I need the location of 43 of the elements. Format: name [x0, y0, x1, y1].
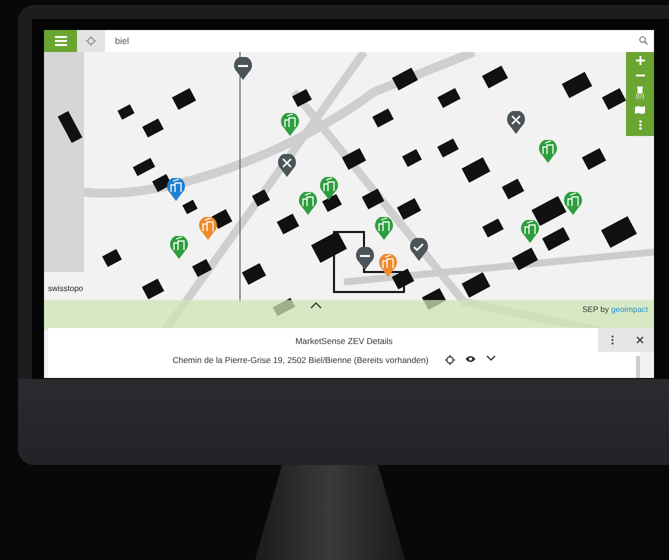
search-icon: [639, 36, 648, 45]
panel-title: MarketSense ZEV Details: [295, 336, 393, 346]
menu-button[interactable]: [44, 30, 77, 52]
crosshair-icon: [86, 36, 96, 46]
building-pin-icon[interactable]: [320, 177, 338, 201]
crosshair-icon: [444, 355, 455, 365]
building-pin-icon[interactable]: [379, 254, 397, 278]
building-pin-icon[interactable]: [199, 217, 217, 241]
map-icon: [635, 106, 645, 114]
locate-button[interactable]: [444, 355, 455, 365]
building-block: [342, 148, 366, 170]
more-button[interactable]: [638, 120, 642, 130]
chevron-up-icon: [310, 302, 322, 309]
more-icon: [610, 335, 614, 345]
cross-pin-icon[interactable]: [507, 111, 525, 135]
close-icon: [636, 336, 644, 344]
building-block: [392, 268, 414, 290]
trash-icon: [637, 86, 643, 93]
menu-icon: [54, 36, 66, 46]
building-block: [462, 272, 490, 298]
minus-pin-icon[interactable]: [356, 247, 374, 271]
zoom-in-button[interactable]: [636, 56, 644, 65]
building-pin-icon[interactable]: [167, 178, 185, 202]
map-layers-button[interactable]: [635, 106, 645, 114]
view-button[interactable]: [464, 355, 476, 365]
expand-button[interactable]: [310, 302, 322, 309]
address-text: Chemin de la Pierre-Grise 19, 2502 Biel/Bienne (Bereits vorhanden): [172, 355, 429, 365]
more-icon: [638, 120, 642, 130]
building-block: [192, 258, 212, 278]
building-block: [212, 209, 232, 229]
minus-pin-icon[interactable]: [234, 57, 252, 81]
close-button[interactable]: [626, 328, 654, 352]
building-block: [182, 200, 198, 214]
chevron-down-icon: [486, 355, 496, 361]
building-block: [252, 189, 270, 207]
plus-icon: [636, 56, 644, 65]
map-source-label: swisstopo: [48, 284, 84, 293]
eye-icon: [464, 355, 476, 363]
building-block: [362, 188, 384, 210]
attribution-text: SEP by geoimpact: [582, 305, 648, 314]
cross-pin-icon[interactable]: [278, 154, 296, 178]
check-pin-icon[interactable]: [410, 238, 428, 262]
building-block: [292, 88, 312, 108]
